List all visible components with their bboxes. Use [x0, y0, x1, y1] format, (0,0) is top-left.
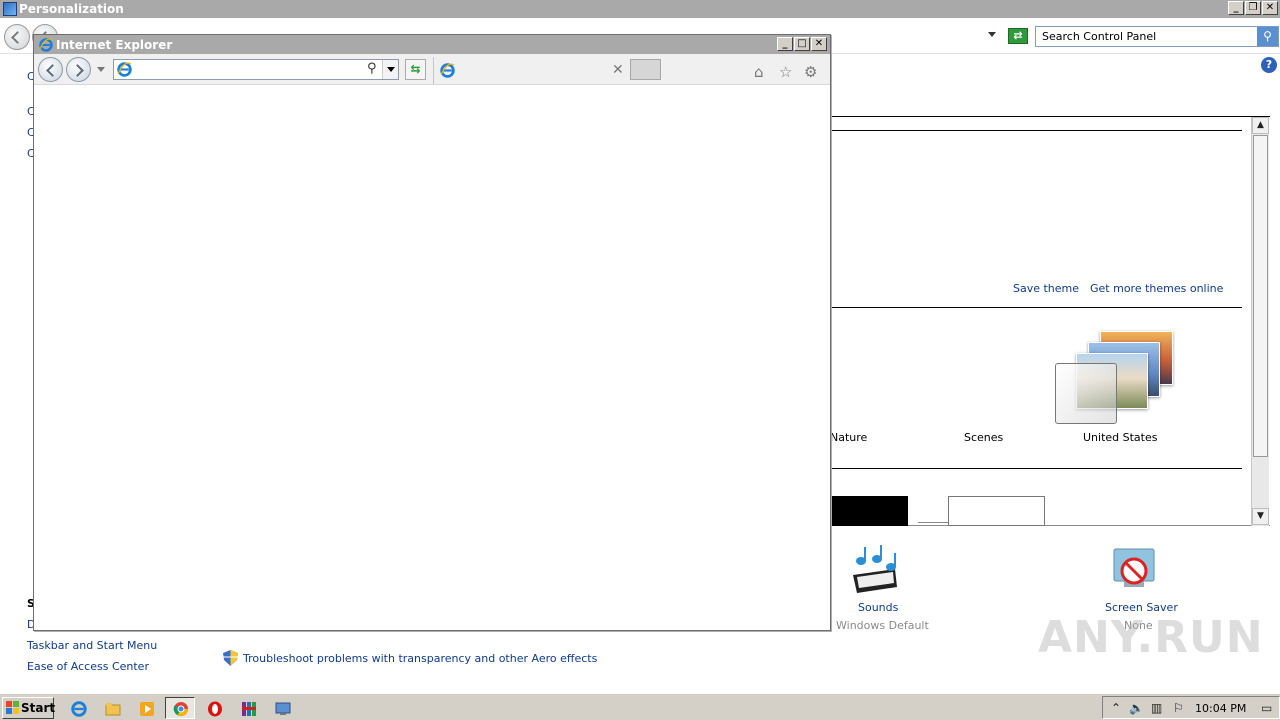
show-hidden-icons-icon[interactable]: ⌃ [1111, 701, 1121, 715]
ie-logo-icon [39, 38, 53, 52]
vertical-scrollbar[interactable]: ▲ ▼ [1251, 117, 1269, 526]
troubleshoot-aero-link[interactable]: Troubleshoot problems with transparency … [243, 652, 597, 665]
winrar-icon [242, 702, 256, 716]
media-player-icon [140, 702, 154, 716]
anyrun-watermark: ANY.RUN [1038, 612, 1264, 663]
favorites-star-icon[interactable]: ☆ [779, 63, 792, 81]
scrollbar-thumb[interactable] [1253, 135, 1268, 457]
restore-button[interactable]: ❐ [1245, 1, 1261, 15]
ie-maximize-button[interactable]: □ [794, 37, 810, 51]
help-icon[interactable]: ? [1261, 57, 1277, 73]
ie-address-bar[interactable]: ⚲ [113, 59, 399, 80]
internet-explorer-window: Internet Explorer _ □ ✕ ⚲ ⇆ ✕ ⌂ ☆ ⚙ [33, 34, 831, 631]
address-dropdown-button[interactable] [382, 60, 398, 79]
high-contrast-white-theme-thumbnail[interactable] [948, 496, 1045, 526]
theme-list-panel [830, 116, 1270, 526]
refresh-button[interactable]: ⇄ [1008, 28, 1028, 44]
ie-tab[interactable]: ✕ [433, 57, 628, 84]
address-dropdown-icon[interactable] [988, 32, 996, 37]
ie-icon [71, 701, 87, 717]
taskbar: Start ⌃ 🔈 ▥ ⚐ 10:04 PM ▭ [0, 693, 1280, 720]
show-desktop-icon[interactable]: ▭ [1261, 701, 1272, 715]
taskbar-opera-button[interactable] [199, 697, 229, 719]
theme-label-nature[interactable]: Nature [830, 431, 867, 444]
sounds-link[interactable]: Sounds [858, 601, 898, 614]
new-tab-button[interactable] [630, 59, 661, 80]
taskbar-media-player-button[interactable] [131, 697, 161, 719]
taskbar-explorer-button[interactable] [97, 697, 127, 719]
ie-page-content[interactable] [34, 85, 830, 630]
windows-logo-icon [6, 701, 19, 714]
folder-icon [105, 703, 121, 716]
home-icon[interactable]: ⌂ [754, 63, 764, 81]
personalization-titlebar: Personalization _ ❐ ✕ [0, 0, 1280, 18]
ie-titlebar: Internet Explorer _ □ ✕ [34, 35, 830, 54]
back-button[interactable] [4, 24, 30, 50]
taskbar-winrar-button[interactable] [233, 697, 263, 719]
ie-minimize-button[interactable]: _ [777, 37, 793, 51]
chrome-icon [173, 702, 188, 716]
network-icon[interactable]: ▥ [1151, 701, 1162, 715]
settings-gear-icon[interactable]: ⚙ [804, 63, 817, 81]
taskbar-chrome-button[interactable] [165, 697, 195, 719]
sounds-icon[interactable] [849, 545, 901, 595]
ie-address-input[interactable] [136, 62, 366, 77]
divider [830, 468, 1242, 469]
control-panel-icon [275, 702, 291, 715]
get-more-themes-link[interactable]: Get more themes online [1090, 282, 1223, 295]
ie-compat-refresh-button[interactable]: ⇆ [405, 59, 426, 80]
minimize-button[interactable]: _ [1228, 1, 1244, 15]
action-center-flag-icon[interactable]: ⚐ [1173, 701, 1184, 715]
tab-close-icon[interactable]: ✕ [612, 62, 624, 78]
search-icon[interactable]: ⚲ [1257, 27, 1278, 46]
ie-toolbar: ⚲ ⇆ ✕ ⌂ ☆ ⚙ [34, 54, 830, 85]
taskbar-start-menu-link[interactable]: Taskbar and Start Menu [27, 639, 157, 652]
system-tray: ⌃ 🔈 ▥ ⚐ 10:04 PM ▭ [1102, 696, 1280, 719]
taskbar-ie-button[interactable] [63, 697, 93, 719]
high-contrast-black-theme-thumbnail[interactable] [830, 496, 908, 526]
close-button[interactable]: ✕ [1262, 1, 1278, 15]
ie-close-button[interactable]: ✕ [811, 37, 827, 51]
ie-forward-button[interactable] [66, 57, 91, 82]
sounds-value: Windows Default [836, 619, 929, 632]
ie-page-icon [117, 62, 132, 77]
save-theme-link[interactable]: Save theme [1013, 282, 1079, 295]
theme-label-united-states[interactable]: United States [1083, 431, 1158, 444]
volume-icon[interactable]: 🔈 [1129, 701, 1144, 715]
ie-back-button[interactable] [38, 57, 63, 82]
search-placeholder: Search Control Panel [1042, 30, 1157, 43]
search-control-panel-field[interactable]: Search Control Panel ⚲ [1035, 26, 1279, 47]
scroll-up-arrow[interactable]: ▲ [1252, 117, 1269, 134]
screen-saver-icon[interactable] [1110, 545, 1162, 595]
ie-history-dropdown-icon[interactable] [97, 67, 105, 72]
opera-icon [208, 701, 222, 717]
ie-window-title: Internet Explorer [56, 38, 173, 52]
divider [830, 130, 1242, 131]
taskbar-control-panel-button[interactable] [267, 697, 297, 719]
ie-tab-icon [440, 63, 455, 78]
search-icon[interactable]: ⚲ [367, 61, 377, 76]
start-label: Start [21, 701, 56, 715]
uac-shield-icon [223, 650, 238, 666]
theme-label-scenes[interactable]: Scenes [964, 431, 1003, 444]
window-title: Personalization [19, 2, 124, 16]
start-button[interactable]: Start [2, 697, 56, 719]
scroll-down-arrow[interactable]: ▼ [1252, 508, 1269, 525]
united-states-theme-thumbnail[interactable] [1055, 328, 1180, 428]
clock[interactable]: 10:04 PM [1195, 702, 1246, 715]
divider [830, 307, 1242, 308]
control-panel-icon [3, 2, 17, 16]
ease-of-access-link[interactable]: Ease of Access Center [27, 660, 149, 673]
